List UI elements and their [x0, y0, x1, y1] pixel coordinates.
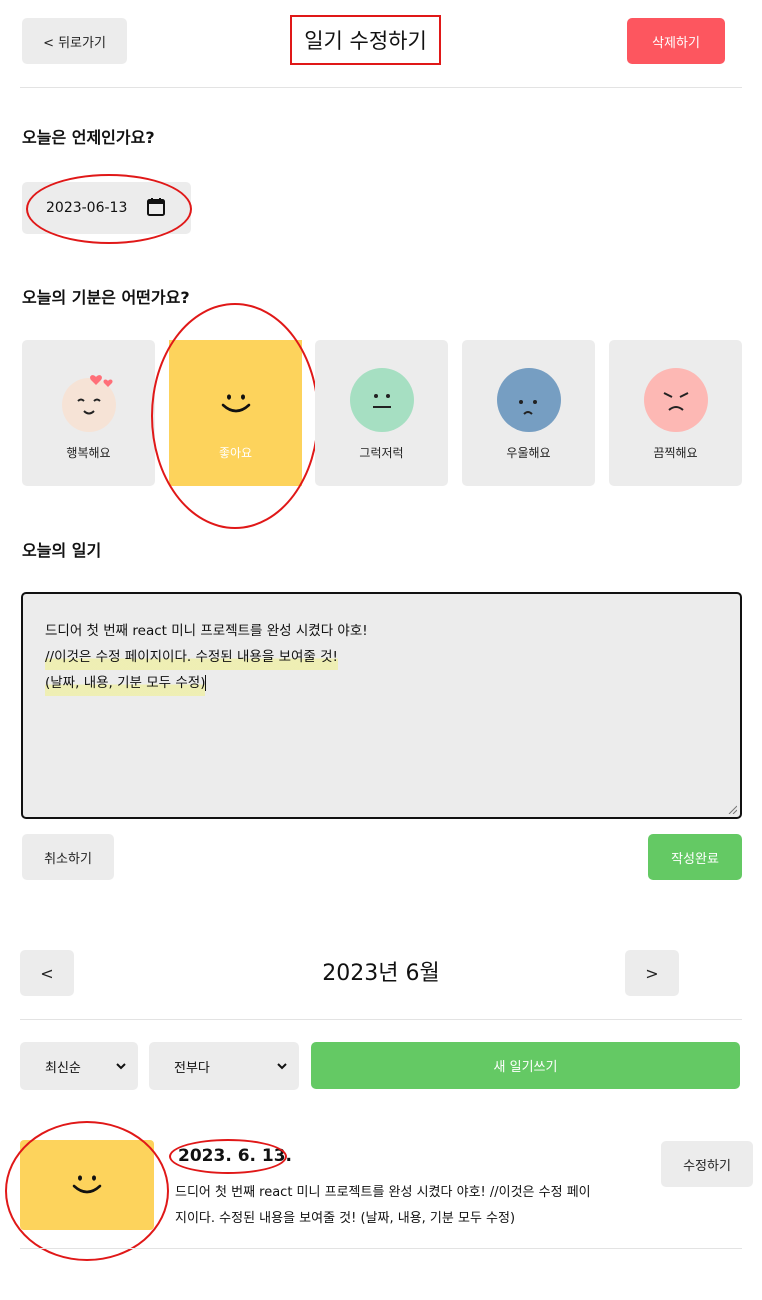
list-item-content-line: 드디어 첫 번째 react 미니 프로젝트를 완성 시켰다 야호! //이것은…	[175, 1185, 591, 1200]
edit-button[interactable]: 수정하기	[661, 1141, 753, 1187]
emotion-label: 그럭저럭	[359, 446, 404, 460]
back-button[interactable]: < 뒤로가기	[22, 18, 127, 64]
delete-button[interactable]: 삭제하기	[627, 18, 725, 64]
filter-select-value: 전부다	[174, 1060, 210, 1076]
smile-face-icon	[72, 1175, 102, 1194]
emotion-item-happy[interactable]: 행복해요	[22, 340, 155, 486]
angry-face-icon	[643, 368, 708, 432]
emotion-item-good[interactable]: 좋아요	[169, 340, 302, 486]
emotion-label: 행복해요	[66, 446, 111, 460]
calendar-icon[interactable]	[146, 197, 166, 217]
prev-month-button[interactable]: <	[20, 950, 74, 996]
diary-line: (날짜, 내용, 기분 모두 수정)	[45, 670, 206, 696]
month-title: 2023년 6월	[322, 961, 440, 986]
header-divider	[20, 87, 742, 88]
happy-face-icon	[61, 375, 116, 432]
cancel-button[interactable]: 취소하기	[22, 834, 114, 880]
date-section-title: 오늘은 언제인가요?	[22, 128, 155, 147]
date-value: 2023-06-13	[46, 200, 128, 216]
submit-button[interactable]: 작성완료	[648, 834, 742, 880]
smile-face-icon	[221, 394, 250, 413]
emotion-label: 끔찍해요	[653, 446, 698, 460]
list-item-date[interactable]: 2023. 6. 13.	[178, 1146, 292, 1166]
new-diary-button[interactable]: 새 일기쓰기	[311, 1042, 740, 1089]
emotion-label: 좋아요	[218, 446, 253, 460]
chevron-down-icon	[277, 1063, 287, 1070]
chevron-down-icon	[116, 1063, 126, 1070]
diary-line: 드디어 첫 번째 react 미니 프로젝트를 완성 시켰다 야호!	[45, 623, 368, 639]
filter-select[interactable]: 전부다	[149, 1042, 299, 1090]
emotion-section-title: 오늘의 기분은 어떤가요?	[22, 288, 190, 307]
emotion-item-sad[interactable]: 우울해요	[462, 340, 595, 486]
list-item-emotion-thumbnail[interactable]	[20, 1140, 154, 1230]
neutral-face-icon	[349, 368, 414, 432]
page-title: 일기 수정하기	[290, 15, 441, 65]
sort-select-value: 최신순	[45, 1060, 81, 1076]
next-month-button[interactable]: >	[625, 950, 679, 996]
text-caret	[205, 675, 207, 691]
diary-line: //이것은 수정 페이지이다. 수정된 내용을 보여줄 것!	[45, 644, 338, 670]
emotion-item-terrible[interactable]: 끔찍해요	[609, 340, 742, 486]
list-item-divider	[20, 1248, 742, 1249]
date-input[interactable]: 2023-06-13	[22, 182, 191, 234]
diary-textarea[interactable]: 드디어 첫 번째 react 미니 프로젝트를 완성 시켰다 야호! //이것은…	[21, 592, 742, 819]
diary-section-title: 오늘의 일기	[22, 541, 102, 560]
resize-handle-icon[interactable]	[727, 804, 737, 814]
list-header-divider	[20, 1019, 742, 1020]
list-item-content[interactable]: 드디어 첫 번째 react 미니 프로젝트를 완성 시켰다 야호! //이것은…	[175, 1180, 665, 1232]
emotion-item-soso[interactable]: 그럭저럭	[315, 340, 448, 486]
sort-select[interactable]: 최신순	[20, 1042, 138, 1090]
emotion-label: 우울해요	[506, 446, 551, 460]
list-item-content-line: 지이다. 수정된 내용을 보여줄 것! (날짜, 내용, 기분 모두 수정)	[175, 1211, 516, 1226]
sad-face-icon	[496, 368, 561, 432]
